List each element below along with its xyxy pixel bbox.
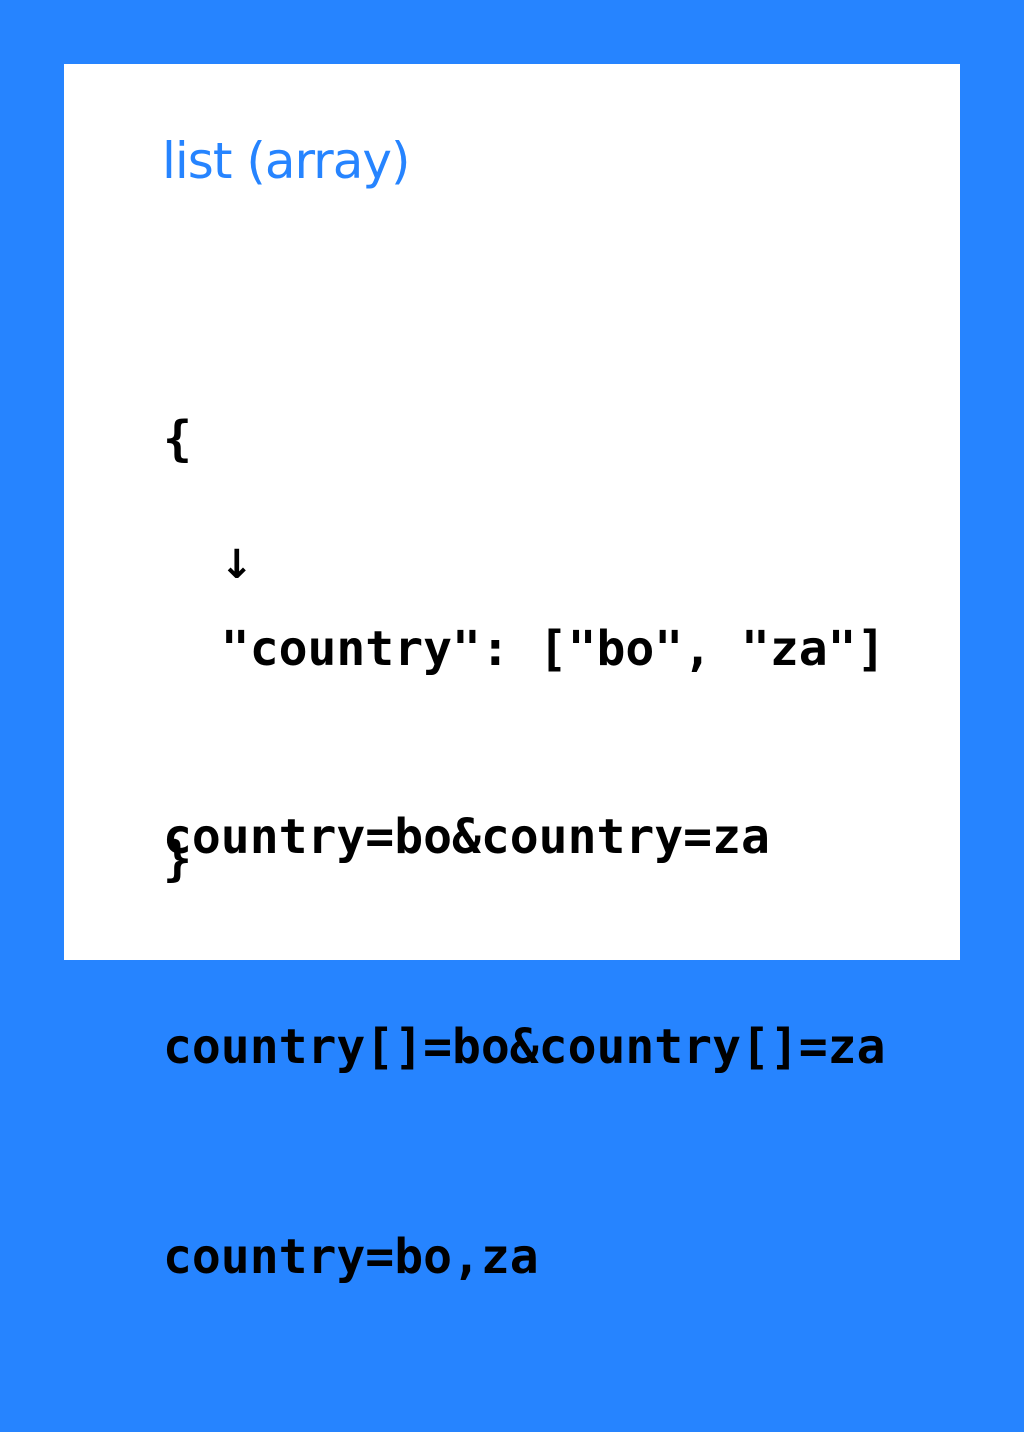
serialization-comma: country=bo,za xyxy=(163,1229,539,1285)
open-brace: { xyxy=(163,411,192,467)
card: list (array) { "country": ["bo", "za"] }… xyxy=(64,64,960,1285)
serialization-repeat: country=bo&country=za xyxy=(163,809,770,865)
arrow-down-icon: ↓ xyxy=(220,542,254,588)
title: list (array) xyxy=(162,132,410,190)
serialization-brackets: country[]=bo&country[]=za xyxy=(163,1019,886,1075)
serializations: country=bo&country=za country[]=bo&count… xyxy=(163,662,885,1432)
